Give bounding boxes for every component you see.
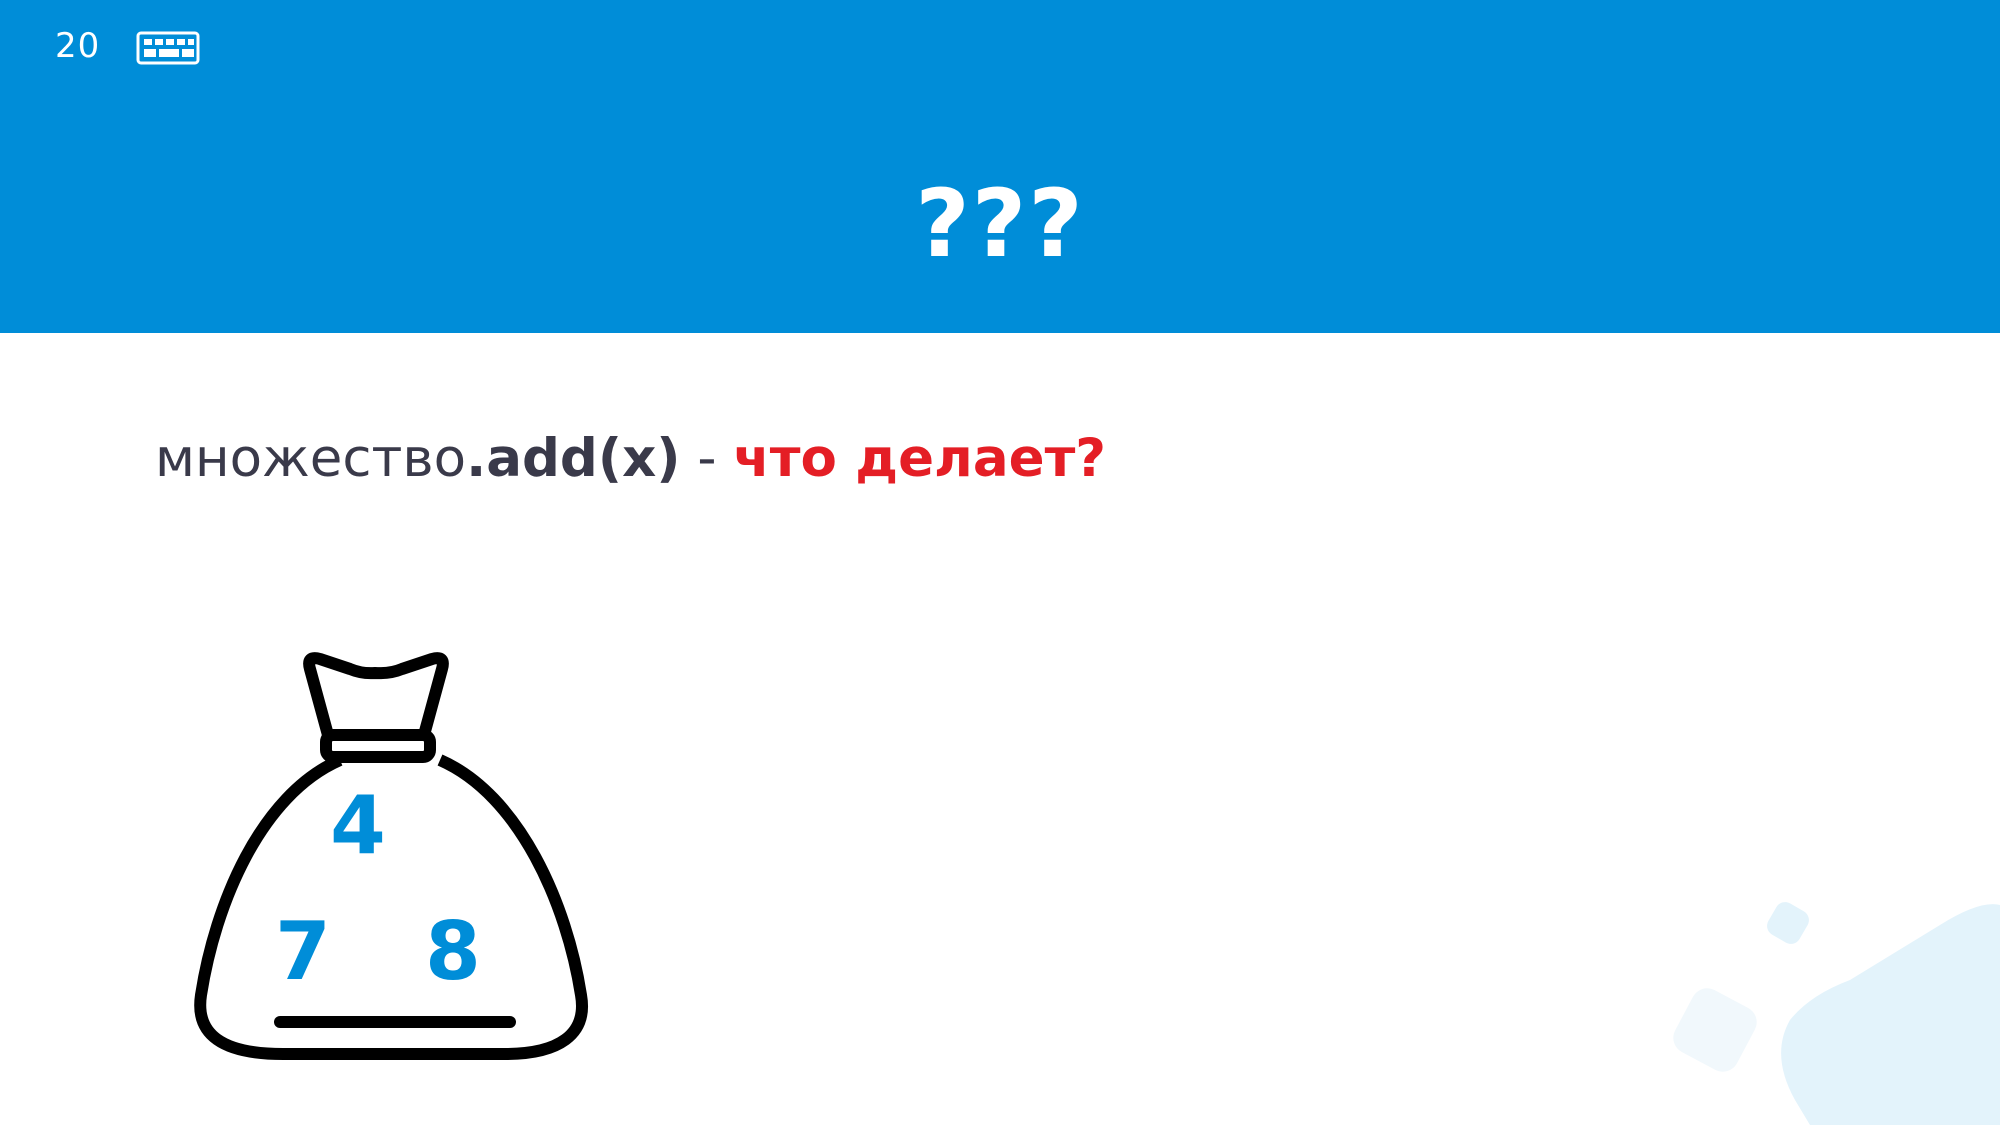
bag-icon: 4 7 8 xyxy=(194,652,588,1060)
add-method-text: .add(x) xyxy=(466,428,681,489)
slide-header: 20 ??? xyxy=(0,0,2000,333)
bag-number: 8 xyxy=(425,905,481,998)
set-object-text: множество xyxy=(155,428,467,489)
bag-number: 4 xyxy=(330,779,386,872)
keyboard-icon xyxy=(136,31,200,65)
separator-text: - xyxy=(680,428,734,489)
slide-number: 20 xyxy=(55,26,101,66)
slide-title: ??? xyxy=(915,170,1085,279)
decorative-shapes xyxy=(1673,902,2000,1125)
bag-number: 7 xyxy=(275,905,331,998)
question-statement: множество.add(x) - что делает? xyxy=(155,428,1106,489)
question-text: что делает? xyxy=(733,428,1107,489)
